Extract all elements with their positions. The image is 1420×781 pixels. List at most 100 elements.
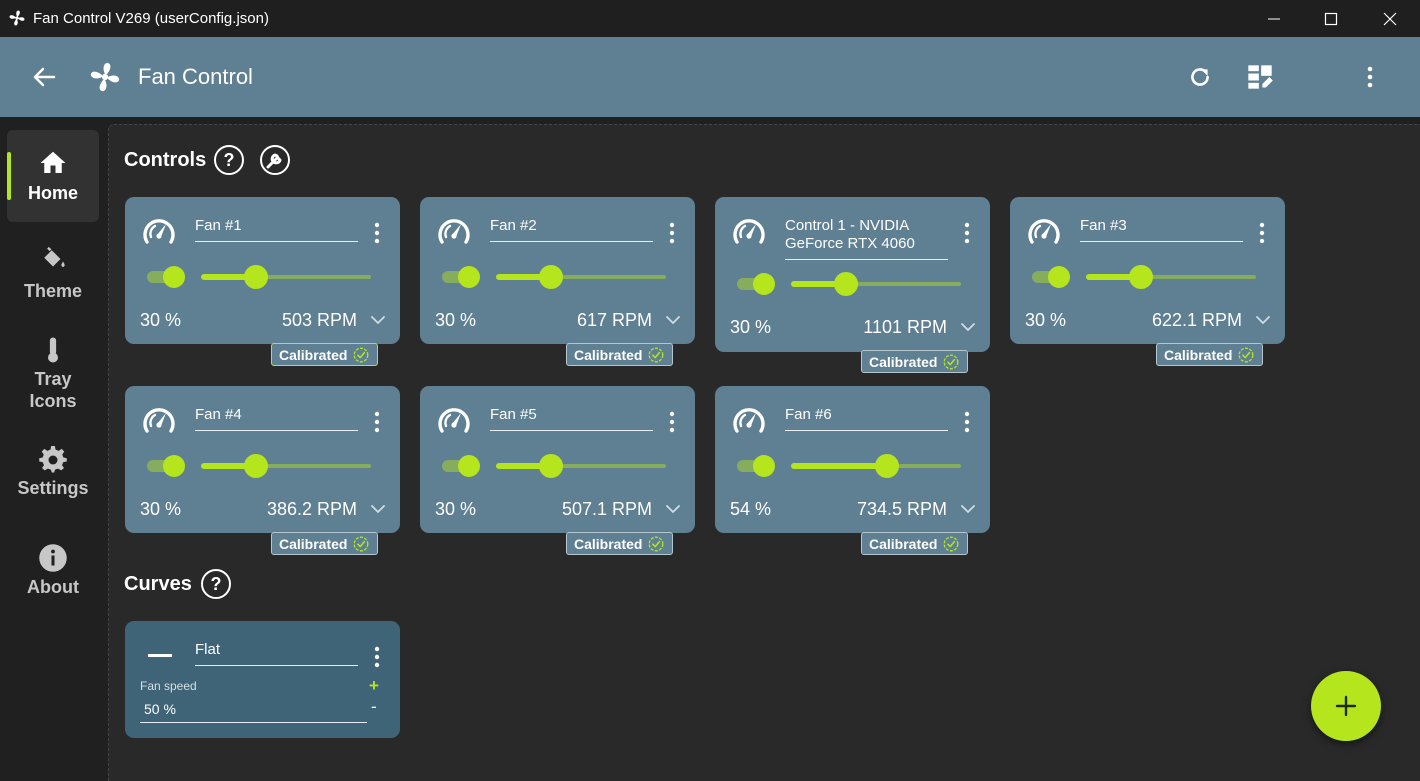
sidebar: Home Theme Tray Icons Settings About — [0, 117, 107, 781]
add-button[interactable] — [1311, 671, 1381, 741]
fan-speed-label: Fan speed — [140, 679, 197, 693]
more-vertical-icon[interactable] — [666, 410, 678, 434]
control-name[interactable]: Fan #4 — [195, 406, 358, 431]
badge-label: Calibrated — [574, 535, 643, 552]
control-card[interactable]: Fan #3 30 % 622.1 RPM — [1010, 197, 1285, 344]
chevron-down-icon[interactable] — [959, 500, 977, 518]
control-name[interactable]: Fan #6 — [785, 406, 948, 431]
speed-slider[interactable] — [496, 454, 668, 478]
control-name[interactable]: Control 1 - NVIDIA GeForce RTX 4060 — [785, 217, 948, 260]
wrench-icon[interactable] — [259, 144, 291, 176]
chevron-down-icon[interactable] — [959, 318, 977, 336]
fan-speed-input[interactable]: 50 % — [140, 701, 367, 723]
check-circle-icon — [1239, 347, 1254, 362]
chevron-down-icon[interactable] — [664, 311, 682, 329]
back-arrow-icon[interactable] — [28, 61, 60, 93]
enable-toggle[interactable] — [1032, 265, 1072, 289]
svg-text:?: ? — [211, 574, 222, 594]
help-icon[interactable]: ? — [213, 144, 245, 176]
enable-toggle[interactable] — [442, 454, 482, 478]
control-card[interactable]: Fan #5 30 % 507.1 RPM — [420, 386, 695, 533]
refresh-button[interactable] — [1184, 61, 1216, 93]
app-title: Fan Control — [138, 64, 253, 89]
more-vertical-icon[interactable] — [961, 410, 973, 434]
badge-label: Calibrated — [869, 535, 938, 552]
curves-section-title: Curves — [124, 573, 192, 595]
nav-item-home[interactable]: Home — [7, 130, 99, 222]
speed-slider[interactable] — [201, 454, 373, 478]
chevron-down-icon[interactable] — [1254, 311, 1272, 329]
more-vertical-icon[interactable] — [1256, 221, 1268, 245]
badge-label: Calibrated — [279, 535, 348, 552]
enable-toggle[interactable] — [147, 454, 187, 478]
flat-curve-icon — [148, 654, 172, 657]
speed-percent: 30 % — [1025, 310, 1067, 330]
more-vertical-icon[interactable] — [371, 221, 383, 245]
fan-rpm: 386.2 RPM — [266, 499, 357, 519]
close-icon — [1383, 12, 1397, 25]
more-vertical-icon[interactable] — [371, 645, 383, 669]
calibrated-badge: Calibrated — [861, 532, 969, 555]
curves-help-icon[interactable]: ? — [200, 568, 232, 600]
fan-rpm: 617 RPM — [576, 310, 652, 330]
nav-item-about[interactable]: About — [7, 533, 99, 625]
control-name[interactable]: Fan #3 — [1080, 217, 1243, 242]
speed-slider[interactable] — [1086, 265, 1258, 289]
speedometer-icon — [733, 408, 765, 433]
fan-rpm: 503 RPM — [281, 310, 357, 330]
fan-rpm: 1101 RPM — [863, 317, 947, 337]
close-button[interactable] — [1361, 0, 1419, 37]
minimize-button[interactable] — [1245, 0, 1303, 37]
minimize-icon — [1268, 18, 1280, 19]
nav-label-about: About — [27, 577, 79, 597]
speed-slider[interactable] — [201, 265, 373, 289]
refresh-icon — [1191, 68, 1209, 86]
control-card[interactable]: Fan #6 54 % 734.5 RPM — [715, 386, 990, 533]
plus-icon — [1335, 695, 1357, 717]
control-name[interactable]: Fan #2 — [490, 217, 653, 242]
calibrated-badge: Calibrated — [566, 343, 674, 366]
nav-item-theme[interactable]: Theme — [7, 228, 99, 320]
dashboard-edit-button[interactable] — [1244, 61, 1276, 93]
chevron-down-icon[interactable] — [664, 500, 682, 518]
check-circle-icon — [944, 536, 959, 551]
curve-name[interactable]: Flat — [195, 641, 358, 666]
more-vertical-icon[interactable] — [371, 410, 383, 434]
calibrated-badge: Calibrated — [271, 532, 379, 555]
chevron-down-icon[interactable] — [369, 311, 387, 329]
speed-percent: 54 % — [730, 499, 772, 519]
increment-button[interactable]: + — [369, 676, 379, 696]
enable-toggle[interactable] — [737, 454, 777, 478]
speedometer-icon — [1028, 219, 1060, 244]
nav-item-settings[interactable]: Settings — [7, 435, 99, 527]
info-icon — [39, 544, 67, 572]
control-card[interactable]: Fan #1 30 % 503 RPM — [125, 197, 400, 344]
badge-label: Calibrated — [869, 353, 938, 370]
control-card[interactable]: Fan #4 30 % 386.2 RPM — [125, 386, 400, 533]
maximize-button[interactable] — [1302, 0, 1360, 37]
nav-label-home: Home — [27, 183, 78, 203]
more-options-button[interactable] — [1354, 61, 1386, 93]
more-vertical-icon[interactable] — [666, 221, 678, 245]
enable-toggle[interactable] — [737, 272, 777, 296]
enable-toggle[interactable] — [147, 265, 187, 289]
badge-label: Calibrated — [1164, 346, 1233, 363]
control-card[interactable]: Control 1 - NVIDIA GeForce RTX 4060 30 %… — [715, 197, 990, 352]
curve-card-flat[interactable]: Flat Fan speed 50 % + - — [125, 621, 400, 738]
speed-slider[interactable] — [791, 454, 963, 478]
control-name[interactable]: Fan #5 — [490, 406, 653, 431]
calibrated-badge: Calibrated — [566, 532, 674, 555]
enable-toggle[interactable] — [442, 265, 482, 289]
more-vertical-icon[interactable] — [961, 221, 973, 245]
decrement-button[interactable]: - — [371, 697, 377, 717]
paint-bucket-icon — [44, 246, 65, 268]
speed-percent: 30 % — [435, 499, 477, 519]
control-name[interactable]: Fan #1 — [195, 217, 358, 242]
nav-item-tray-icons[interactable]: Tray Icons — [7, 327, 99, 432]
gear-icon — [39, 446, 67, 473]
speed-slider[interactable] — [791, 272, 963, 296]
control-card[interactable]: Fan #2 30 % 617 RPM — [420, 197, 695, 344]
chevron-down-icon[interactable] — [369, 500, 387, 518]
fan-rpm: 622.1 RPM — [1151, 310, 1242, 330]
speed-slider[interactable] — [496, 265, 668, 289]
